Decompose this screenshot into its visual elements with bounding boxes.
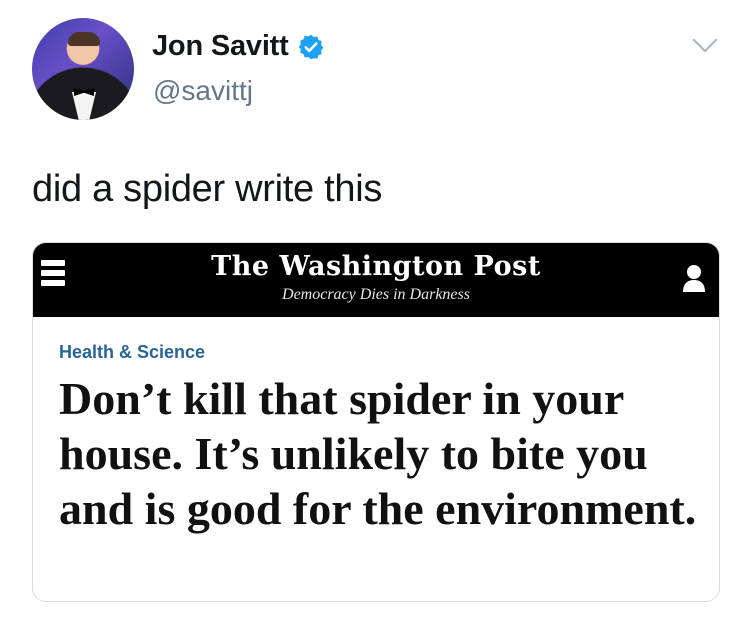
masthead-bar: The Washington Post Democracy Dies in Da… bbox=[33, 243, 719, 317]
verified-badge-icon bbox=[297, 33, 325, 61]
author-name[interactable]: Jon Savitt bbox=[152, 30, 289, 63]
article-headline[interactable]: Don’t kill that spider in your house. It… bbox=[59, 371, 699, 536]
avatar-hair bbox=[68, 32, 100, 46]
chevron-down-icon[interactable] bbox=[692, 38, 718, 54]
masthead-tagline: Democracy Dies in Darkness bbox=[282, 286, 470, 303]
author-handle[interactable]: @savittj bbox=[153, 75, 253, 107]
author-name-row: Jon Savitt bbox=[152, 30, 325, 63]
link-card[interactable]: The Washington Post Democracy Dies in Da… bbox=[32, 242, 720, 602]
section-label[interactable]: Health & Science bbox=[59, 342, 205, 363]
user-icon[interactable] bbox=[681, 263, 707, 293]
masthead-title[interactable]: The Washington Post bbox=[33, 251, 719, 282]
avatar-shirt bbox=[72, 92, 96, 120]
author-avatar[interactable] bbox=[32, 18, 134, 120]
tweet-text: did a spider write this bbox=[32, 168, 383, 210]
